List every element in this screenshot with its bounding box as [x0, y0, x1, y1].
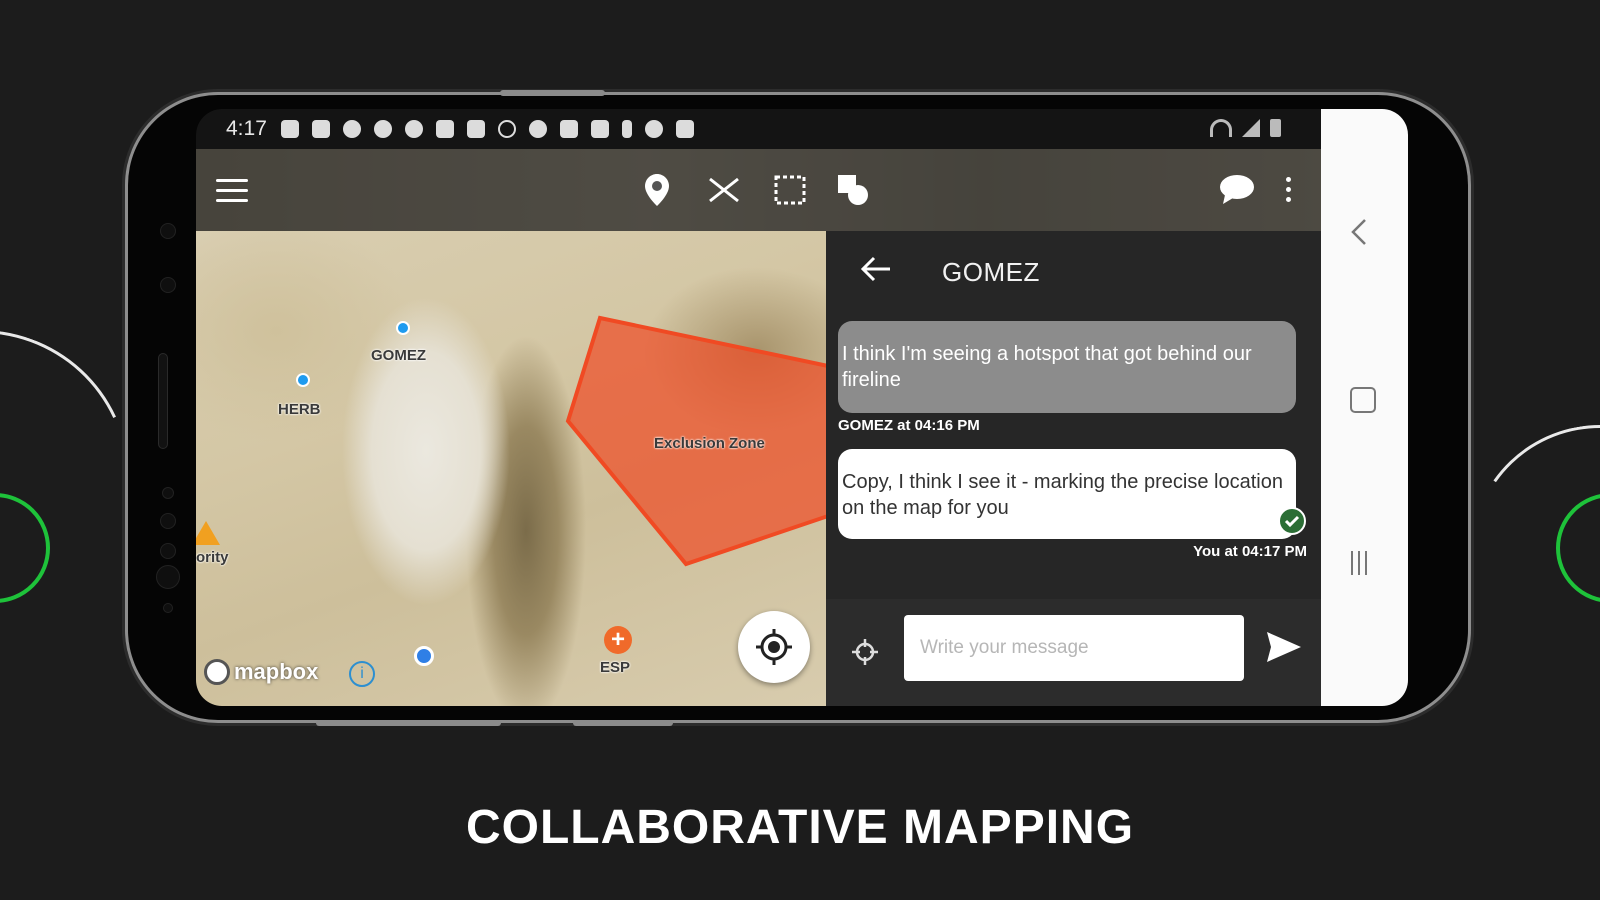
location-icon [342, 120, 361, 138]
layers-icon[interactable] [836, 173, 870, 212]
phone-sensor-6 [163, 603, 173, 613]
outgoing-message[interactable]: Copy, I think I see it - marking the pre… [838, 449, 1296, 539]
phone-button-bottom-1 [316, 720, 501, 726]
incoming-message[interactable]: I think I'm seeing a hotspot that got be… [838, 321, 1296, 413]
document-icon [675, 120, 694, 138]
area-select-icon[interactable] [774, 175, 806, 210]
map-view[interactable]: Exclusion Zone GOMEZ HERB ority + ESP ma… [196, 231, 826, 706]
phone-button-bottom-2 [573, 720, 673, 726]
circle-icon [497, 120, 516, 138]
phone-sensor [160, 223, 176, 239]
back-arrow-icon[interactable] [860, 255, 892, 288]
warning-icon[interactable] [196, 521, 220, 545]
route-icon[interactable] [708, 175, 740, 210]
target-icon [756, 629, 792, 665]
sim-icon [466, 120, 485, 138]
location-icon-2 [644, 120, 663, 138]
calendar-icon [280, 120, 299, 138]
phone-sensor-2 [162, 487, 174, 499]
chat-icon[interactable] [1219, 173, 1255, 210]
nav-back-icon[interactable] [1351, 217, 1367, 254]
chat-title: GOMEZ [942, 257, 1040, 287]
map-marker-label: HERB [278, 401, 321, 418]
crosshair-icon[interactable] [850, 637, 880, 672]
phone-sensor-4 [160, 543, 176, 559]
wifi-icon [1210, 119, 1232, 137]
message-meta: GOMEZ at 04:16 PM [838, 417, 980, 434]
status-time: 4:17 [226, 117, 267, 140]
mapbox-logo-icon [204, 659, 230, 685]
nav-recents-icon[interactable] [1351, 551, 1367, 575]
notification-icon [373, 120, 392, 138]
send-icon[interactable] [1266, 631, 1302, 668]
map-marker-herb[interactable] [296, 373, 310, 387]
app-toolbar [196, 149, 1321, 231]
priority-label: ority [196, 549, 229, 566]
plus-marker-icon[interactable]: + [604, 626, 632, 654]
message-composer [826, 599, 1321, 706]
signal-icon [1242, 119, 1260, 137]
phone-frame: 4:17 Exclusion Zone GOMEZ HERB ority + E… [128, 90, 1468, 726]
esp-label: ESP [600, 659, 631, 676]
mapbox-wordmark: mapbox [234, 659, 319, 684]
promo-caption: COLLABORATIVE MAPPING [465, 801, 1135, 854]
map-marker-gomez[interactable] [396, 321, 410, 335]
basket-icon [311, 120, 330, 138]
gallery-icon [435, 120, 454, 138]
upload-icon [621, 120, 632, 138]
chat-panel: GOMEZ I think I'm seeing a hotspot that … [826, 231, 1321, 706]
exclusion-zone-label: Exclusion Zone [654, 435, 765, 452]
phone-screen: 4:17 Exclusion Zone GOMEZ HERB ority + E… [196, 109, 1408, 706]
chat-header: GOMEZ [826, 231, 1321, 311]
user-location-icon [414, 646, 434, 666]
bell-icon [528, 120, 547, 138]
info-icon[interactable]: i [349, 661, 375, 687]
notification-icon-2 [404, 120, 423, 138]
status-right [1210, 119, 1281, 137]
message-meta: You at 04:17 PM [1193, 543, 1307, 560]
system-nav-bar [1321, 109, 1408, 706]
phone-camera [160, 277, 176, 293]
stage: 4:17 Exclusion Zone GOMEZ HERB ority + E… [0, 0, 1600, 900]
phone-button-top [500, 90, 605, 96]
nav-home-icon[interactable] [1350, 387, 1376, 413]
message-input[interactable] [904, 615, 1244, 681]
more-options-icon[interactable] [1286, 177, 1294, 207]
phone-sensor-5 [156, 565, 180, 589]
menu-icon[interactable] [216, 179, 248, 203]
map-pin-icon[interactable] [644, 173, 670, 212]
mapbox-attribution[interactable]: mapbox [204, 659, 318, 685]
status-bar: 4:17 [196, 109, 1321, 149]
exclusion-zone-shape[interactable] [196, 231, 826, 706]
phone-sensor-3 [160, 513, 176, 529]
battery-icon [1270, 119, 1281, 137]
image-icon [559, 120, 578, 138]
phone-speaker [158, 353, 168, 449]
map-marker-label: GOMEZ [371, 347, 426, 364]
video-icon [590, 120, 609, 138]
recenter-button[interactable] [738, 611, 810, 683]
delivered-check-icon [1278, 507, 1306, 535]
